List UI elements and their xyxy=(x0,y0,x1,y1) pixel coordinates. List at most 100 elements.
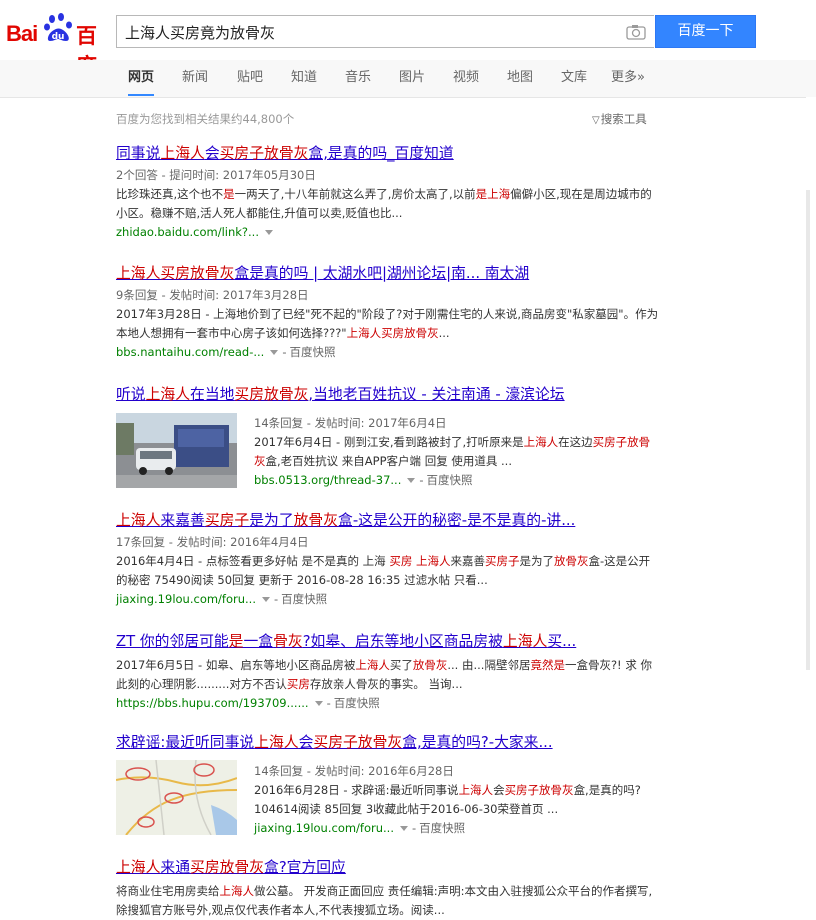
tab-zhidao[interactable]: 知道 xyxy=(291,60,317,96)
result-url-line: zhidao.baidu.com/link?... xyxy=(116,224,661,240)
tab-images[interactable]: 图片 xyxy=(399,60,425,96)
scrollbar-thumb[interactable] xyxy=(806,190,810,670)
text-segment: 一两天了,十八年前就这么弄了,房价太高了,以前 xyxy=(234,187,476,201)
text-segment: 盒-这是公开的秘密-是不是真的-讲... xyxy=(338,512,576,529)
result-title-link[interactable]: 同事说上海人会买房子放骨灰盒,是真的吗_百度知道 xyxy=(116,144,661,164)
highlight-keyword: 买房子 xyxy=(204,512,250,529)
highlight-keyword: 放骨灰 xyxy=(293,512,339,529)
highlight-keyword: 上海人 xyxy=(415,554,451,568)
result-url-line: bbs.0513.org/thread-37... - 百度快照 xyxy=(254,473,473,487)
chevron-down-icon[interactable] xyxy=(262,596,270,602)
result-url[interactable]: jiaxing.19lou.com/foru... xyxy=(254,821,394,835)
result-title-link[interactable]: 求辟谣:最近听同事说上海人会买房子放骨灰盒,是真的吗?-大家来... xyxy=(116,733,661,753)
highlight-keyword: 买房 xyxy=(286,677,310,691)
text-segment: 盒,老百姓抗议 来自APP客户端 回复 使用道具 ... xyxy=(265,454,512,468)
result-url[interactable]: bbs.0513.org/thread-37... xyxy=(254,473,401,487)
text-segment: 买... xyxy=(547,633,577,650)
result-description: 2016年6月28日 - 求辟谣:最近听同事说上海人会买房子放骨灰盒,是真的吗?… xyxy=(254,781,654,819)
text-segment: ?如皋、启东等地小区商品房被 xyxy=(302,633,503,650)
highlight-keyword: 买房子放骨灰 xyxy=(313,734,403,751)
result-meta: 17条回复 - 发帖时间: 2016年4月4日 xyxy=(116,535,309,549)
text-segment: 会 xyxy=(204,145,220,162)
text-segment: 在当地 xyxy=(190,386,235,403)
result-url[interactable]: bbs.nantaihu.com/read-... xyxy=(116,345,264,359)
snapshot-link[interactable]: 百度快照 xyxy=(334,696,380,710)
snapshot-link[interactable]: 百度快照 xyxy=(427,473,473,487)
text-segment: 2016年6月28日 - 求辟谣:最近听同事说 xyxy=(254,783,459,797)
text-segment: 盒,是真的吗_百度知道 xyxy=(308,145,454,162)
highlight-keyword: 上海人 xyxy=(458,783,494,797)
result-url-line: jiaxing.19lou.com/foru... - 百度快照 xyxy=(254,821,466,835)
baidu-logo[interactable]: Bai du 百度 xyxy=(6,12,110,78)
tab-tieba[interactable]: 贴吧 xyxy=(237,60,263,96)
result-meta: 14条回复 - 发帖时间: 2016年6月28日 xyxy=(254,764,454,778)
highlight-keyword: 是 xyxy=(223,187,235,201)
text-segment: ... xyxy=(438,326,450,340)
search-result: 上海人买房放骨灰盒是真的吗 | 太湖水吧|湖州论坛|南... 南太湖 9条回复 … xyxy=(116,264,661,360)
result-description: 2017年6月5日 - 如皋、启东等地小区商品房被上海人买了放骨灰... 由..… xyxy=(116,656,661,694)
tab-wenku[interactable]: 文库 xyxy=(561,60,587,96)
search-button[interactable]: 百度一下 xyxy=(655,15,756,48)
search-input[interactable] xyxy=(125,22,605,42)
snapshot-link[interactable]: 百度快照 xyxy=(289,345,335,359)
header: Bai du 百度 百度一下 xyxy=(0,0,816,78)
result-description: 2017年6月4日 - 刚到江安,看到路被封了,打听原来是上海人在这边买房子放骨… xyxy=(254,433,654,471)
result-title-link[interactable]: 上海人买房放骨灰盒是真的吗 | 太湖水吧|湖州论坛|南... 南太湖 xyxy=(116,264,661,284)
result-title-link[interactable]: ZT 你的邻居可能是一盒骨灰?如皋、启东等地小区商品房被上海人买... xyxy=(116,632,661,652)
result-body: 14条回复 - 发帖时间: 2016年6月28日 2016年6月28日 - 求辟… xyxy=(254,763,654,836)
highlight-keyword: 放骨灰 xyxy=(412,658,448,672)
result-count: 百度为您找到相关结果约44,800个 xyxy=(116,112,295,126)
text-segment: 买了 xyxy=(389,658,413,672)
result-title-link[interactable]: 上海人来嘉善买房子是为了放骨灰盒-这是公开的秘密-是不是真的-讲... xyxy=(116,511,661,531)
chevron-down-icon[interactable] xyxy=(400,825,408,831)
camera-icon[interactable] xyxy=(626,24,646,40)
highlight-keyword: 买房放骨灰 xyxy=(190,859,265,876)
tab-music[interactable]: 音乐 xyxy=(345,60,371,96)
chevron-down-icon[interactable] xyxy=(270,349,279,355)
snapshot-link[interactable]: 百度快照 xyxy=(281,592,327,606)
highlight-keyword: 上海人 xyxy=(160,145,205,162)
snapshot-link[interactable]: 百度快照 xyxy=(419,821,465,835)
chevron-down-icon[interactable] xyxy=(407,477,416,483)
result-url[interactable]: zhidao.baidu.com/link?... xyxy=(116,225,259,239)
highlight-keyword: 买房子 xyxy=(484,554,520,568)
result-thumbnail-image[interactable] xyxy=(116,413,237,488)
highlight-keyword: 上海人 xyxy=(355,658,390,672)
text-segment: 来嘉善 xyxy=(450,554,485,568)
highlight-keyword: 买房子放骨灰 xyxy=(219,145,309,162)
text-segment: 在这边 xyxy=(558,435,593,449)
chevron-down-icon[interactable] xyxy=(314,700,323,706)
text-segment: 2016年4月4日 - 点标签看更多好帖 是不是真的 上海 xyxy=(116,554,390,568)
search-result: 上海人来通买房放骨灰盒?官方回应 将商业住宅用房卖给上海人做公墓。 开发商正面回… xyxy=(116,858,661,920)
result-title-link[interactable]: 听说上海人在当地买房放骨灰,当地老百姓抗议 - 关注南通 - 濠滨论坛 xyxy=(116,385,661,405)
tab-web[interactable]: 网页 xyxy=(128,60,155,96)
text-segment: 同事说 xyxy=(116,145,161,162)
highlight-keyword: 买房 xyxy=(389,554,413,568)
result-url-line: https://bbs.hupu.com/193709...... - 百度快照 xyxy=(116,696,380,710)
tab-more[interactable]: 更多» xyxy=(611,60,645,96)
result-title-link[interactable]: 上海人来通买房放骨灰盒?官方回应 xyxy=(116,858,661,878)
highlight-keyword: 骨灰 xyxy=(273,633,303,650)
tab-video[interactable]: 视频 xyxy=(453,60,479,96)
result-url[interactable]: jiaxing.19lou.com/foru... xyxy=(116,592,256,606)
filter-icon: ▽ xyxy=(592,115,600,126)
chevron-down-icon[interactable] xyxy=(265,229,273,235)
search-tools-button[interactable]: ▽搜索工具 xyxy=(592,111,647,127)
highlight-keyword: 上海人 xyxy=(502,633,548,650)
result-thumbnail-map-image[interactable] xyxy=(116,760,237,835)
search-result: ZT 你的邻居可能是一盒骨灰?如皋、启东等地小区商品房被上海人买... 2017… xyxy=(116,632,661,711)
text-segment: ,当地老百姓抗议 - 关注南通 - 濠滨论坛 xyxy=(308,386,565,403)
text-segment: 2017年6月5日 - 如皋、启东等地小区商品房被 xyxy=(116,658,356,672)
result-url[interactable]: https://bbs.hupu.com/193709...... xyxy=(116,696,309,710)
text-segment: 存放亲人骨灰的事实。 当询... xyxy=(309,677,463,691)
result-meta: 14条回复 - 发帖时间: 2017年6月4日 xyxy=(254,416,447,430)
tab-map[interactable]: 地图 xyxy=(507,60,533,96)
highlight-keyword: 放骨灰 xyxy=(553,554,589,568)
highlight-keyword: 是上海 xyxy=(475,187,511,201)
paw-icon: du xyxy=(44,13,72,42)
search-result: 听说上海人在当地买房放骨灰,当地老百姓抗议 - 关注南通 - 濠滨论坛 14条回… xyxy=(116,385,661,500)
tab-news[interactable]: 新闻 xyxy=(182,60,208,96)
result-description: 2016年4月4日 - 点标签看更多好帖 是不是真的 上海 买房 上海人来嘉善买… xyxy=(116,552,661,590)
highlight-keyword: 上海人 xyxy=(219,884,255,898)
result-url-line: bbs.nantaihu.com/read-... - 百度快照 xyxy=(116,345,336,359)
